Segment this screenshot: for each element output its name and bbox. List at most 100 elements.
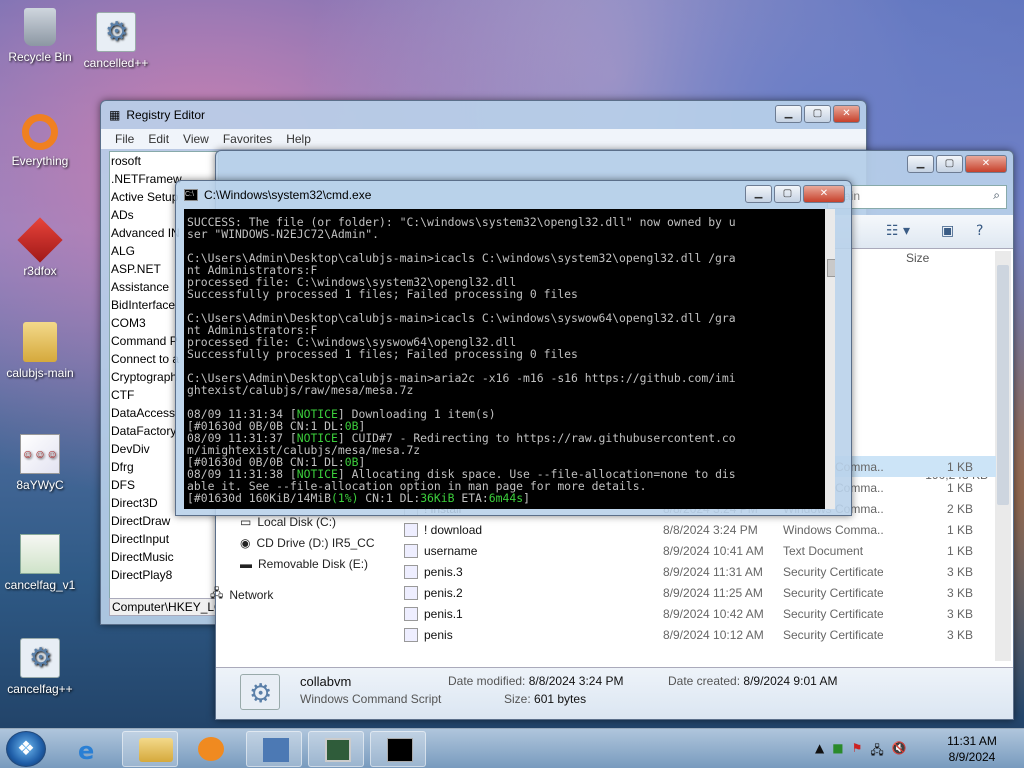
file-size: 2 KB xyxy=(946,501,973,516)
script-gear-icon xyxy=(20,638,60,678)
file-row[interactable]: username 8/9/2024 10:41 AM Text Document 1 … xyxy=(396,540,996,561)
registry-editor-titlebar[interactable]: ▦ Registry Editor xyxy=(101,101,866,129)
registry-editor-icon: ▦ xyxy=(109,108,121,122)
hard-disk-icon: ▭ xyxy=(240,514,252,529)
search-box[interactable]: main ⌕ xyxy=(827,185,1007,209)
desktop-icon-everything[interactable]: Everything xyxy=(0,114,80,168)
desktop-icon-label: calubjs-main xyxy=(6,366,74,380)
date-modified-label: Date modified: xyxy=(448,674,526,688)
minimize-button[interactable]: ▁ xyxy=(745,185,772,203)
taskbar-internet-explorer[interactable]: e xyxy=(62,731,118,767)
close-button[interactable]: ✕ xyxy=(803,185,845,203)
desktop-icon-cancelfag-v1[interactable]: cancelfag_v1 xyxy=(0,534,80,592)
scrollbar-thumb[interactable] xyxy=(997,265,1009,505)
desktop-icon-recycle-bin[interactable]: Recycle Bin xyxy=(0,8,80,64)
minimize-button[interactable]: ▁ xyxy=(907,155,934,173)
preview-pane-icon[interactable]: ▣ xyxy=(941,223,954,239)
desktop-icon-8aywyc[interactable]: 8aYWyC xyxy=(0,434,80,492)
maximize-button[interactable]: ▢ xyxy=(804,105,831,123)
recycle-bin-icon xyxy=(24,8,56,46)
taskbar-media-player[interactable] xyxy=(182,731,238,767)
file-row[interactable]: penis.1 8/9/2024 10:42 AM Security Certifi… xyxy=(396,603,996,624)
registry-key[interactable]: rosoft xyxy=(110,152,218,170)
file-size: 1 KB xyxy=(946,522,973,537)
everything-icon xyxy=(22,114,58,150)
search-icon[interactable]: ⌕ xyxy=(993,188,1000,203)
nav-item-cd-drive[interactable]: ◉ CD Drive (D:) IR5_CC xyxy=(240,532,390,553)
file-icon xyxy=(404,522,418,537)
taskbar-command-prompt[interactable] xyxy=(370,731,426,767)
menu-file[interactable]: File xyxy=(115,132,134,146)
file-name: penis.3 xyxy=(424,564,463,579)
action-center-icon[interactable]: ⚑ xyxy=(852,741,863,762)
menu-favorites[interactable]: Favorites xyxy=(223,132,272,146)
start-button[interactable] xyxy=(6,731,46,767)
network-icon[interactable]: 🖧 xyxy=(870,741,883,762)
taskbar-file-explorer[interactable] xyxy=(122,731,178,767)
network-icon: 🖧 xyxy=(210,586,224,600)
removable-disk-icon: ▬ xyxy=(240,556,252,571)
desktop-icon-label: Recycle Bin xyxy=(8,50,72,64)
desktop-icon-cancelfag[interactable]: cancelfag++ xyxy=(0,638,80,696)
internet-explorer-icon: e xyxy=(78,737,95,765)
file-name: username xyxy=(424,543,478,558)
file-size: 1 KB xyxy=(946,459,973,474)
file-size: 3 KB xyxy=(946,585,973,600)
file-type: Windows Comma... xyxy=(783,522,883,537)
close-button[interactable]: ✕ xyxy=(965,155,1007,173)
file-row[interactable]: penis 8/9/2024 10:12 AM Security Certifica… xyxy=(396,624,996,645)
window-controls: ▁ ▢ ✕ xyxy=(745,185,845,203)
close-button[interactable]: ✕ xyxy=(833,105,860,123)
view-options-icon[interactable]: ☷ ▾ xyxy=(886,223,910,239)
console-segment: ghtexist/calubjs/raw/mesa/mesa.7z xyxy=(187,383,414,397)
file-icon xyxy=(404,564,418,579)
menu-edit[interactable]: Edit xyxy=(148,132,169,146)
r3dfox-icon xyxy=(17,217,63,263)
desktop-icon-label: cancelfag_v1 xyxy=(4,578,76,592)
menu-view[interactable]: View xyxy=(183,132,209,146)
console-output[interactable]: SUCCESS: The file (or folder): "C:\windo… xyxy=(184,209,835,509)
taskbar-registry-editor[interactable] xyxy=(246,731,302,767)
file-name: penis xyxy=(424,627,453,642)
status-icon[interactable]: ■ xyxy=(832,741,843,762)
date-created: Date created: 8/9/2024 9:01 AM xyxy=(668,674,837,688)
vertical-scrollbar[interactable] xyxy=(995,251,1011,661)
file-row[interactable]: penis.2 8/9/2024 11:25 AM Security Certifi… xyxy=(396,582,996,603)
clock-time: 11:31 AM xyxy=(947,734,997,748)
volume-muted-icon[interactable]: 🔇 xyxy=(892,741,907,762)
file-icon xyxy=(404,585,418,600)
file-date: 8/9/2024 10:41 AM xyxy=(663,543,764,558)
menu-help[interactable]: Help xyxy=(286,132,311,146)
maximize-button[interactable]: ▢ xyxy=(936,155,963,173)
file-date: 8/9/2024 11:25 AM xyxy=(663,585,763,600)
desktop-icon-r3dfox[interactable]: r3dfox xyxy=(0,217,80,278)
file-type: Security Certificate xyxy=(783,606,883,621)
file-size: Size: 601 bytes xyxy=(504,692,586,706)
registry-key[interactable]: DirectInput xyxy=(110,530,218,548)
file-size: 3 KB xyxy=(946,606,973,621)
registry-key[interactable]: DirectMusic xyxy=(110,548,218,566)
column-header-size[interactable]: Size xyxy=(906,251,929,265)
folder-icon xyxy=(23,322,57,362)
file-row[interactable]: ! download 8/8/2024 3:24 PM Windows Comma.… xyxy=(396,519,996,540)
vertical-scrollbar[interactable] xyxy=(825,209,835,509)
file-date: 8/8/2024 3:24 PM xyxy=(663,522,758,537)
window-controls: ▁ ▢ ✕ xyxy=(775,105,860,123)
taskbar-task-manager[interactable] xyxy=(308,731,364,767)
file-date: 8/9/2024 10:42 AM xyxy=(663,606,764,621)
desktop-icon-calubjs-main[interactable]: calubjs-main xyxy=(0,322,80,380)
nav-item-label: Removable Disk (E:) xyxy=(258,556,369,571)
registry-key[interactable]: DirectPlay8 xyxy=(110,566,218,584)
selected-file-type: Windows Command Script xyxy=(300,692,442,706)
file-row[interactable]: penis.3 8/9/2024 11:31 AM Security Certifi… xyxy=(396,561,996,582)
minimize-button[interactable]: ▁ xyxy=(775,105,802,123)
maximize-button[interactable]: ▢ xyxy=(774,185,801,203)
help-icon[interactable]: ? xyxy=(976,223,983,239)
show-hidden-icons-icon[interactable]: ▲ xyxy=(815,741,824,762)
cmd-window[interactable]: C:\ C:\Windows\system32\cmd.exe ▁ ▢ ✕ SU… xyxy=(175,180,852,516)
nav-item-removable-disk[interactable]: ▬ Removable Disk (E:) xyxy=(240,553,390,574)
clock[interactable]: 11:31 AM 8/9/2024 xyxy=(932,733,1012,765)
scrollbar-thumb[interactable] xyxy=(827,259,835,277)
nav-item-network[interactable]: 🖧 Network xyxy=(210,584,390,605)
desktop-icon-cancelled[interactable]: cancelled++ xyxy=(76,12,156,70)
